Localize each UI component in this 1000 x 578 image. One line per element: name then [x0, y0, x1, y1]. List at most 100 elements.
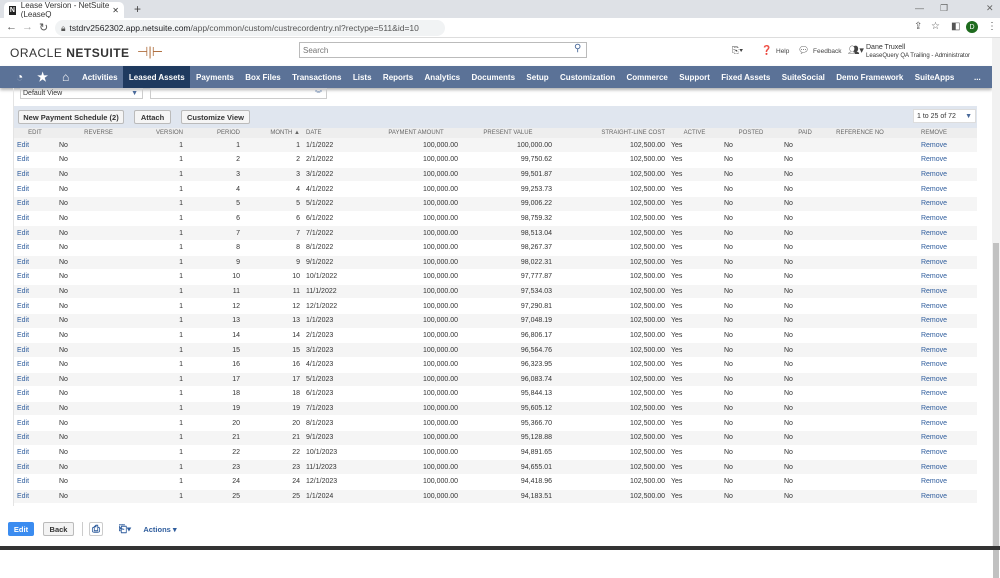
column-header-straight-line-cost[interactable]: STRAIGHT-LINE COST — [555, 128, 668, 138]
actions-menu[interactable]: Actions ▾ — [141, 522, 179, 536]
column-header-reverse[interactable]: REVERSE — [56, 128, 141, 138]
column-header-posted[interactable]: POSTED — [721, 128, 781, 138]
column-header-remove[interactable]: REMOVE — [891, 128, 977, 138]
remove-link[interactable]: Remove — [921, 244, 947, 251]
close-window-icon[interactable]: ✕ — [986, 3, 994, 14]
menu-item-transactions[interactable]: Transactions — [286, 66, 347, 88]
menu-item-suitesocial[interactable]: SuiteSocial — [776, 66, 831, 88]
browser-menu-icon[interactable]: ⋮ — [987, 21, 997, 32]
menu-item-leased-assets[interactable]: Leased Assets — [123, 66, 191, 88]
edit-button[interactable]: Edit — [8, 522, 34, 536]
edit-link[interactable]: Edit — [17, 376, 29, 383]
view-select[interactable]: Default View ▼ — [20, 88, 143, 99]
search-icon[interactable]: ⚲ — [574, 43, 581, 54]
edit-link[interactable]: Edit — [17, 186, 29, 193]
menu-item-documents[interactable]: Documents — [466, 66, 521, 88]
user-menu[interactable]: Dane Truxell LeaseQuery QA Trailing - Ad… — [866, 43, 970, 61]
remove-link[interactable]: Remove — [921, 464, 947, 471]
forward-arrow-icon[interactable]: → — [22, 21, 33, 33]
menu-item-setup[interactable]: Setup — [521, 66, 555, 88]
edit-link[interactable]: Edit — [17, 244, 29, 251]
remove-link[interactable]: Remove — [921, 200, 947, 207]
column-header-month[interactable]: MONTH ▲ — [243, 128, 303, 138]
edit-link[interactable]: Edit — [17, 142, 29, 149]
column-header-present-value[interactable]: PRESENT VALUE — [461, 128, 555, 138]
menu-item-[interactable]: ... — [960, 66, 986, 88]
column-header-reference-no[interactable]: REFERENCE NO — [829, 128, 891, 138]
remove-link[interactable]: Remove — [921, 420, 947, 427]
remove-link[interactable]: Remove — [921, 478, 947, 485]
remove-link[interactable]: Remove — [921, 347, 947, 354]
remove-link[interactable]: Remove — [921, 390, 947, 397]
remove-link[interactable]: Remove — [921, 376, 947, 383]
edit-link[interactable]: Edit — [17, 420, 29, 427]
roles-icon[interactable]: 👥︎▾ — [848, 45, 864, 56]
edit-link[interactable]: Edit — [17, 464, 29, 471]
edit-link[interactable]: Edit — [17, 200, 29, 207]
remove-link[interactable]: Remove — [921, 230, 947, 237]
menu-item-analytics[interactable]: Analytics — [419, 66, 466, 88]
bookmark-star-icon[interactable]: ☆ — [931, 21, 940, 32]
help-link[interactable]: Help — [776, 48, 789, 55]
remove-link[interactable]: Remove — [921, 434, 947, 441]
menu-item-customization[interactable]: Customization — [554, 66, 620, 88]
edit-link[interactable]: Edit — [17, 273, 29, 280]
menu-item-box-files[interactable]: Box Files — [240, 66, 287, 88]
edit-link[interactable]: Edit — [17, 215, 29, 222]
edit-link[interactable]: Edit — [17, 259, 29, 266]
new-record-icon[interactable]: ⎗▾ — [115, 522, 135, 536]
menu-item-demo-framework[interactable]: Demo Framework — [831, 66, 910, 88]
customize-view-button[interactable]: Customize View — [181, 110, 250, 124]
profile-avatar[interactable]: D — [966, 21, 978, 33]
help-icon[interactable]: ❓ — [761, 45, 772, 56]
edit-link[interactable]: Edit — [17, 478, 29, 485]
menu-item-activities[interactable]: Activities — [76, 66, 123, 88]
remove-link[interactable]: Remove — [921, 288, 947, 295]
back-button[interactable]: Back — [43, 522, 74, 536]
edit-link[interactable]: Edit — [17, 361, 29, 368]
recent-records-icon[interactable]: ⎘▾ — [732, 45, 743, 56]
edit-link[interactable]: Edit — [17, 493, 29, 500]
oracle-netsuite-logo[interactable]: ORACLE NETSUITE — [10, 46, 130, 60]
remove-link[interactable]: Remove — [921, 273, 947, 280]
menu-item-reports[interactable]: Reports — [377, 66, 419, 88]
column-header-active[interactable]: ACTIVE — [668, 128, 721, 138]
edit-link[interactable]: Edit — [17, 288, 29, 295]
new-payment-schedule-button[interactable]: New Payment Schedule (2) — [18, 110, 124, 124]
minimize-icon[interactable]: — — [915, 3, 924, 13]
edit-link[interactable]: Edit — [17, 449, 29, 456]
close-tab-icon[interactable]: ✕ — [112, 6, 119, 15]
attach-button[interactable]: Attach — [134, 110, 171, 124]
recent-icon[interactable]: ◔ — [0, 66, 30, 88]
remove-link[interactable]: Remove — [921, 303, 947, 310]
edit-link[interactable]: Edit — [17, 171, 29, 178]
column-header-version[interactable]: VERSION — [141, 128, 186, 138]
edit-link[interactable]: Edit — [17, 332, 29, 339]
remove-link[interactable]: Remove — [921, 361, 947, 368]
share-icon[interactable]: ⇪ — [914, 21, 922, 32]
remove-link[interactable]: Remove — [921, 171, 947, 178]
page-scrollbar[interactable] — [992, 38, 1000, 578]
menu-item-support[interactable]: Support — [674, 66, 716, 88]
back-arrow-icon[interactable]: ← — [6, 21, 17, 33]
remove-link[interactable]: Remove — [921, 405, 947, 412]
column-header-edit[interactable]: EDIT — [14, 128, 56, 138]
column-header-paid[interactable]: PAID — [781, 128, 829, 138]
feedback-link[interactable]: Feedback — [813, 48, 842, 55]
filter-select[interactable]: ︾ — [150, 88, 327, 99]
menu-item-fixed-assets[interactable]: Fixed Assets — [716, 66, 776, 88]
remove-link[interactable]: Remove — [921, 449, 947, 456]
remove-link[interactable]: Remove — [921, 215, 947, 222]
menu-item-payments[interactable]: Payments — [190, 66, 239, 88]
favorites-star-icon[interactable]: ★ — [30, 66, 55, 88]
url-input[interactable]: 🔒︎ tstdrv2562302.app.netsuite.com/app/co… — [55, 20, 445, 36]
edit-link[interactable]: Edit — [17, 230, 29, 237]
edit-link[interactable]: Edit — [17, 347, 29, 354]
column-header-payment-amount[interactable]: PAYMENT AMOUNT — [371, 128, 461, 138]
edit-link[interactable]: Edit — [17, 303, 29, 310]
remove-link[interactable]: Remove — [921, 317, 947, 324]
menu-item-lists[interactable]: Lists — [347, 66, 377, 88]
menu-item-commerce[interactable]: Commerce — [621, 66, 674, 88]
edit-link[interactable]: Edit — [17, 434, 29, 441]
column-header-date[interactable]: DATE — [303, 128, 371, 138]
